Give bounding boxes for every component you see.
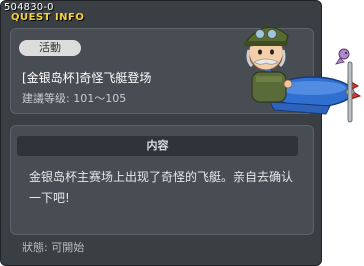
quest-name: [金银岛杯]奇怪飞艇登场	[22, 71, 152, 85]
window-title: QUEST INFO	[11, 12, 85, 23]
quest-category-badge: 活動	[19, 40, 81, 56]
quest-status: 狀態: 可開始	[22, 241, 85, 254]
recommended-level: 建議等级: 101〜105	[22, 92, 127, 105]
quest-description: 金银岛杯主赛场上出现了奇怪的飞艇。亲自去确认一下吧!	[29, 170, 294, 205]
npc-pilot-plane-icon	[244, 26, 362, 123]
content-header: 内容	[17, 136, 298, 156]
